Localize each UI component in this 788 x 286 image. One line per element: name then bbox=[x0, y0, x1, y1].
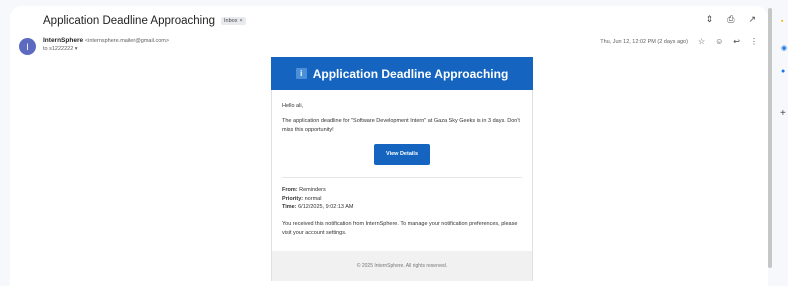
message-text: The application deadline for "Software D… bbox=[282, 117, 520, 133]
inbox-label-text: Inbox bbox=[223, 18, 238, 24]
add-addon-icon[interactable]: + bbox=[780, 108, 786, 119]
time-label: Time: bbox=[282, 204, 297, 211]
timestamp: Thu, Jun 12, 12:02 PM (2 days ago) bbox=[600, 38, 688, 45]
banner-title: Application Deadline Approaching bbox=[312, 66, 509, 81]
notification-details: From: Reminders Priority: normal Time: 6… bbox=[282, 186, 522, 212]
sender-line: InternSphere <internsphere.mailer@gmail.… bbox=[43, 37, 169, 44]
message-meta: Thu, Jun 12, 12:02 PM (2 days ago) ☆ ☺ ↩… bbox=[600, 37, 758, 46]
greeting: Hello ali, bbox=[282, 103, 304, 109]
email-body-card: i Application Deadline Approaching Hello… bbox=[271, 57, 533, 282]
button-wrapper: View Details bbox=[282, 144, 522, 166]
sender-avatar[interactable]: I bbox=[19, 38, 36, 55]
from-value: Reminders bbox=[299, 187, 326, 194]
gmail-page: Application Deadline Approaching Inbox ×… bbox=[0, 0, 788, 286]
remove-label-icon[interactable]: × bbox=[239, 18, 242, 24]
subject-row: Application Deadline Approaching Inbox × bbox=[43, 15, 246, 27]
expand-icon[interactable]: ⇕ bbox=[706, 14, 714, 25]
email-view: Application Deadline Approaching Inbox ×… bbox=[10, 6, 768, 286]
priority-label: Priority: bbox=[282, 195, 304, 202]
reply-icon[interactable]: ↩ bbox=[733, 37, 740, 46]
more-options-icon[interactable]: ⋮ bbox=[750, 37, 758, 46]
from-row: From: Reminders bbox=[282, 186, 522, 195]
time-row: Time: 6/12/2025, 9:02:13 AM bbox=[282, 203, 522, 212]
star-icon[interactable]: ☆ bbox=[698, 37, 705, 46]
email-banner: i Application Deadline Approaching bbox=[271, 57, 533, 90]
info-icon: i bbox=[295, 68, 307, 79]
divider bbox=[282, 177, 522, 179]
priority-row: Priority: normal bbox=[282, 195, 522, 204]
email-subject: Application Deadline Approaching bbox=[43, 15, 215, 27]
scrollbar[interactable] bbox=[768, 8, 772, 268]
sender-name[interactable]: InternSphere bbox=[43, 37, 83, 44]
print-icon[interactable]: ⎙ bbox=[727, 14, 734, 25]
from-label: From: bbox=[282, 187, 298, 194]
open-new-window-icon[interactable]: ↗ bbox=[748, 14, 756, 25]
view-details-button[interactable]: View Details bbox=[374, 144, 430, 166]
email-body: Hello ali, The application deadline for … bbox=[271, 90, 533, 252]
sender-email: <internsphere.mailer@gmail.com> bbox=[84, 38, 170, 44]
contacts-icon[interactable]: ● bbox=[781, 68, 785, 75]
inbox-label-chip[interactable]: Inbox × bbox=[220, 17, 246, 25]
tasks-icon[interactable]: ◉ bbox=[781, 44, 787, 52]
priority-value: normal bbox=[304, 195, 322, 202]
side-panel: ▪ ◉ ● + bbox=[774, 6, 788, 286]
time-value: 6/12/2025, 9:02:13 AM bbox=[298, 204, 354, 211]
recipient-details-toggle[interactable]: to s1222222 ▾ bbox=[43, 46, 78, 52]
emoji-react-icon[interactable]: ☺ bbox=[715, 37, 723, 46]
keep-icon[interactable]: ▪ bbox=[781, 18, 783, 25]
notification-notice: You received this notification from Inte… bbox=[282, 220, 518, 236]
email-footer: © 2025 InternSphere. All rights reserved… bbox=[271, 251, 533, 282]
top-toolbar: ⇕ ⎙ ↗ bbox=[706, 14, 756, 25]
